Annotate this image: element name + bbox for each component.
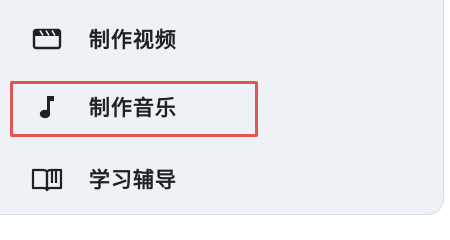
menu-panel: 制作视频 制作音乐 学习辅导 [0, 0, 444, 215]
menu-item-make-video[interactable]: 制作视频 [0, 10, 420, 68]
menu-item-label: 学习辅导 [89, 168, 177, 192]
menu-item-make-music[interactable]: 制作音乐 [0, 78, 420, 136]
menu-item-tutoring[interactable]: 学习辅导 [0, 150, 420, 208]
clapperboard-icon [30, 22, 64, 56]
menu-item-label: 制作音乐 [89, 96, 177, 120]
music-note-icon [30, 90, 64, 124]
menu-item-label: 制作视频 [89, 28, 177, 52]
open-book-icon [30, 162, 64, 196]
